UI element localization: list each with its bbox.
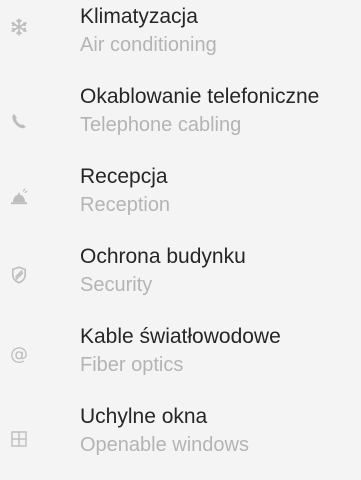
item-subtitle: Air conditioning [80,34,217,56]
list-item-telephone-cabling: Okablowanie telefoniczne Telephone cabli… [0,80,361,160]
at-sign-icon: @ [10,344,28,365]
list-item-security: Ochrona budynku Security [0,240,361,320]
item-title: Kable światłowodowe [80,325,281,348]
item-subtitle: Fiber optics [80,354,184,376]
reception-bell-icon [10,188,28,206]
item-title: Uchylne okna [80,405,208,428]
item-title: Okablowanie telefoniczne [80,85,320,108]
item-subtitle: Security [80,274,153,296]
list-item-fiber-optics: @ Kable światłowodowe Fiber optics [0,320,361,400]
shield-icon [10,266,28,284]
item-subtitle: Reception [80,194,171,216]
services-list: Klimatyzacja Air conditioning Okablowani… [0,0,361,480]
window-icon [10,430,28,448]
item-title: Recepcja [80,165,168,188]
list-item-openable-windows: Uchylne okna Openable windows [0,400,361,480]
list-item-air-conditioning: Klimatyzacja Air conditioning [0,0,361,80]
item-subtitle: Openable windows [80,434,249,456]
item-title: Ochrona budynku [80,245,246,268]
list-item-reception: Recepcja Reception [0,160,361,240]
snowflake-icon [10,18,28,36]
item-subtitle: Telephone cabling [80,114,242,136]
item-title: Klimatyzacja [80,5,198,28]
phone-icon [10,112,28,130]
